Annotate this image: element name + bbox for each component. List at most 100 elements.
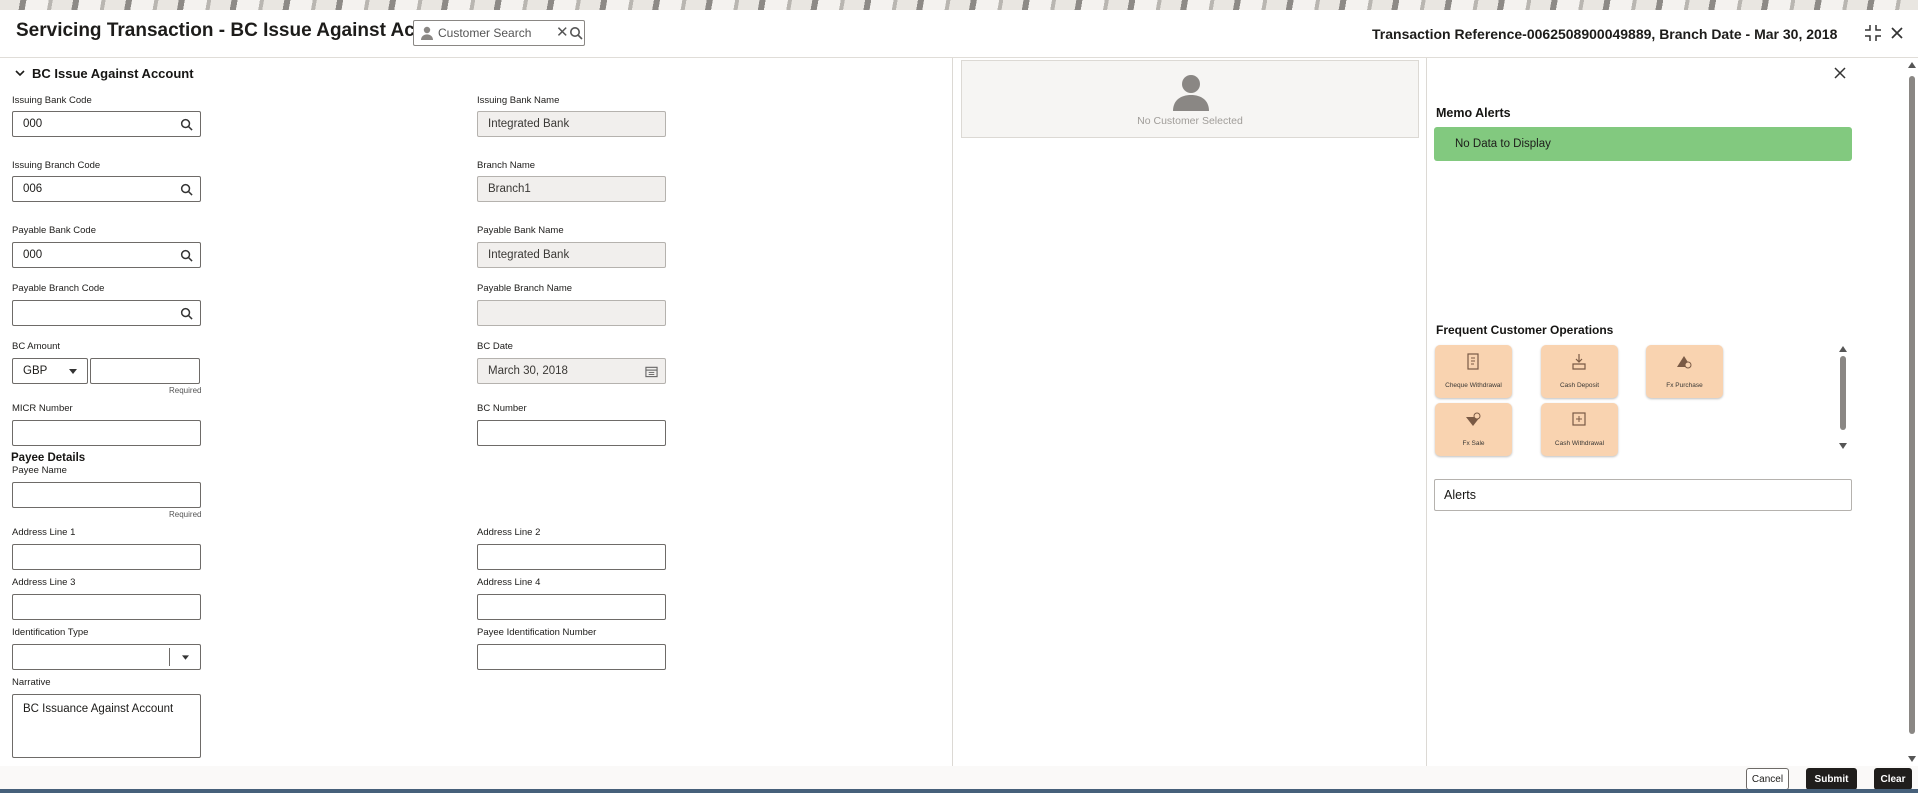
payee-details-heading: Payee Details xyxy=(11,452,86,464)
search-icon[interactable] xyxy=(180,249,193,262)
customer-search-box[interactable]: ✕ xyxy=(413,20,585,46)
search-icon[interactable] xyxy=(180,307,193,320)
bc-number-label: BC Number xyxy=(477,403,527,414)
cash-deposit-icon xyxy=(1572,354,1586,370)
operation-label: Fx Sale xyxy=(1462,440,1485,447)
operation-label: Cash Withdrawal xyxy=(1554,440,1605,447)
bc-amount-label: BC Amount xyxy=(12,341,61,352)
close-icon[interactable] xyxy=(1888,24,1906,42)
address-line-4-input[interactable] xyxy=(477,594,666,620)
customer-search-input[interactable] xyxy=(438,24,548,42)
customer-card: No Customer Selected xyxy=(961,60,1419,138)
operation-tile-cash-withdrawal[interactable]: Cash Withdrawal xyxy=(1541,403,1618,456)
operation-label: Cheque Withdrawal xyxy=(1445,382,1502,389)
payee-name-label: Payee Name xyxy=(12,465,67,476)
close-panel-icon[interactable] xyxy=(1834,67,1846,79)
operation-tile-fx-purchase[interactable]: Fx Purchase xyxy=(1646,345,1723,398)
cancel-button[interactable]: Cancel xyxy=(1746,768,1789,790)
narrative-textarea[interactable]: BC Issuance Against Account xyxy=(12,694,201,758)
branch-name-label: Branch Name xyxy=(477,160,536,171)
issuing-branch-code-label: Issuing Branch Code xyxy=(12,160,101,171)
payable-bank-code-value: 000 xyxy=(23,249,43,261)
submit-button[interactable]: Submit xyxy=(1806,768,1857,790)
clear-search-icon[interactable]: ✕ xyxy=(556,23,569,41)
payable-branch-code-field[interactable] xyxy=(12,300,201,326)
page-scroll-down-arrow[interactable] xyxy=(1908,756,1916,762)
caret-down-icon xyxy=(69,369,77,374)
issuing-bank-code-label: Issuing Bank Code xyxy=(12,95,92,106)
search-icon[interactable] xyxy=(569,26,583,40)
scroll-up-arrow[interactable] xyxy=(1839,346,1847,352)
chevron-down-icon xyxy=(15,70,25,77)
cheque-icon xyxy=(1467,353,1479,370)
bc-number-input[interactable] xyxy=(477,420,666,446)
calendar-icon[interactable] xyxy=(645,365,658,378)
address-line-4-label: Address Line 4 xyxy=(477,577,541,588)
clear-button[interactable]: Clear xyxy=(1874,768,1912,790)
no-customer-text: No Customer Selected xyxy=(1137,115,1243,127)
address-line-2-input[interactable] xyxy=(477,544,666,570)
payable-branch-name-field xyxy=(477,300,666,326)
page-scroll-up-arrow[interactable] xyxy=(1908,62,1916,68)
operation-tile-fx-sale[interactable]: Fx Sale xyxy=(1435,403,1512,456)
memo-alerts-empty: No Data to Display xyxy=(1434,127,1852,161)
fx-sale-icon xyxy=(1466,412,1481,426)
person-icon xyxy=(421,26,433,40)
frequent-ops-title: Frequent Customer Operations xyxy=(1436,323,1614,337)
caret-down-icon xyxy=(182,655,189,660)
operation-tile-cash-deposit[interactable]: Cash Deposit xyxy=(1541,345,1618,398)
search-icon[interactable] xyxy=(180,183,193,196)
bc-date-value: March 30, 2018 xyxy=(488,365,568,377)
address-line-3-input[interactable] xyxy=(12,594,201,620)
top-decorative-strip xyxy=(0,0,1918,10)
address-line-1-label: Address Line 1 xyxy=(12,527,76,538)
alerts-box: Alerts xyxy=(1434,479,1852,511)
currency-value: GBP xyxy=(23,365,48,377)
operation-tile-cheque-withdrawal[interactable]: Cheque Withdrawal xyxy=(1435,345,1512,398)
narrative-label: Narrative xyxy=(12,677,51,688)
collapse-icon[interactable] xyxy=(1864,24,1882,42)
transaction-reference: Transaction Reference-0062508900049889, … xyxy=(1372,26,1838,42)
cash-withdrawal-icon xyxy=(1572,412,1586,426)
issuing-branch-code-value: 006 xyxy=(23,183,43,195)
payee-name-input[interactable] xyxy=(12,482,201,508)
micr-number-label: MICR Number xyxy=(12,403,73,414)
issuing-branch-code-field[interactable]: 006 xyxy=(12,176,201,202)
page-scrollbar[interactable] xyxy=(1907,58,1918,768)
payable-bank-name-field: Integrated Bank xyxy=(477,242,666,268)
bc-date-label: BC Date xyxy=(477,341,513,352)
operations-scrollbar[interactable] xyxy=(1840,356,1846,430)
branch-name-field: Branch1 xyxy=(477,176,666,202)
payee-identification-number-input[interactable] xyxy=(477,644,666,670)
issuing-bank-code-field[interactable]: 000 xyxy=(12,111,201,137)
payable-bank-name-label: Payable Bank Name xyxy=(477,225,564,236)
issuing-bank-name-label: Issuing Bank Name xyxy=(477,95,560,106)
address-line-1-input[interactable] xyxy=(12,544,201,570)
micr-number-input[interactable] xyxy=(12,420,201,446)
payee-name-required-hint: Required xyxy=(169,510,202,519)
memo-alerts-title: Memo Alerts xyxy=(1436,106,1511,120)
identification-type-select[interactable] xyxy=(12,644,201,670)
payable-bank-code-label: Payable Bank Code xyxy=(12,225,96,236)
select-divider xyxy=(169,648,170,666)
currency-select[interactable]: GBP xyxy=(12,358,88,384)
fx-purchase-icon xyxy=(1677,356,1692,369)
scroll-down-arrow[interactable] xyxy=(1839,443,1847,449)
search-icon[interactable] xyxy=(180,118,193,131)
payable-branch-code-label: Payable Branch Code xyxy=(12,283,105,294)
address-line-3-label: Address Line 3 xyxy=(12,577,76,588)
side-panel: Memo Alerts No Data to Display Frequent … xyxy=(1427,58,1907,776)
bc-amount-input[interactable] xyxy=(90,358,200,384)
section-header[interactable]: BC Issue Against Account xyxy=(14,66,194,81)
transaction-form: BC Issue Against Account Issuing Bank Co… xyxy=(0,58,953,776)
issuing-bank-code-value: 000 xyxy=(23,118,43,130)
section-title: BC Issue Against Account xyxy=(32,66,194,81)
payee-identification-number-label: Payee Identification Number xyxy=(477,627,597,638)
payable-bank-code-field[interactable]: 000 xyxy=(12,242,201,268)
page-title: Servicing Transaction - BC Issue Against… xyxy=(16,20,467,41)
issuing-bank-name-field: Integrated Bank xyxy=(477,111,666,137)
page-scrollbar-thumb[interactable] xyxy=(1909,76,1915,734)
page-header: Servicing Transaction - BC Issue Against… xyxy=(0,10,1918,58)
bc-date-field[interactable]: March 30, 2018 xyxy=(477,358,666,384)
operation-label: Fx Purchase xyxy=(1666,382,1703,389)
